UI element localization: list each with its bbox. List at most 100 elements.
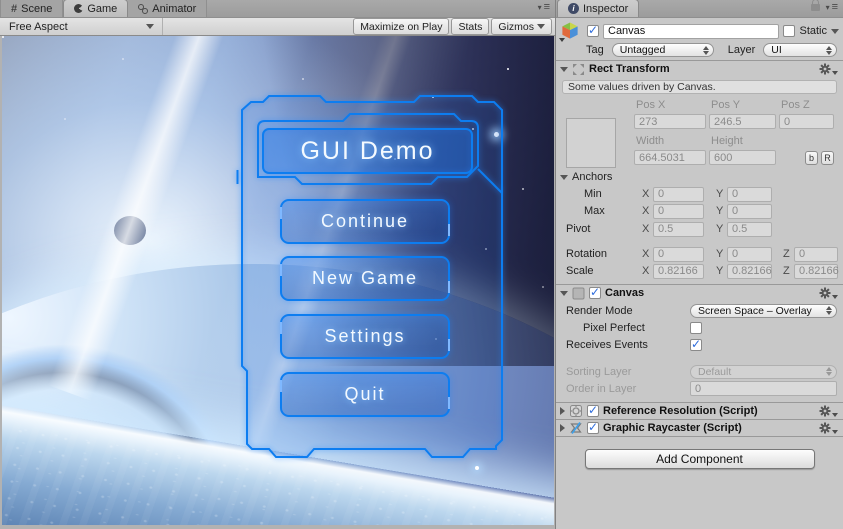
stats-button[interactable]: Stats — [451, 18, 489, 35]
blueprint-mode-button[interactable]: b — [805, 151, 818, 165]
gameobject-name-field[interactable]: Canvas — [603, 24, 779, 39]
canvas-enabled-checkbox[interactable] — [589, 287, 601, 299]
axis-x-label: X — [642, 188, 651, 200]
tab-game[interactable]: Game — [63, 0, 128, 17]
pixel-perfect-checkbox[interactable] — [690, 322, 702, 334]
tab-inspector[interactable]: i Inspector — [557, 0, 639, 17]
add-component-button[interactable]: Add Component — [585, 449, 815, 469]
settings-button[interactable]: Settings — [280, 314, 450, 359]
axis-z-label: Z — [783, 265, 792, 277]
static-label: Static — [799, 25, 827, 37]
foldout-open-icon — [560, 175, 568, 180]
component-menu[interactable] — [819, 287, 838, 299]
tab-game-label: Game — [87, 3, 117, 15]
anchor-max-x-field[interactable]: 0 — [653, 204, 704, 219]
height-field[interactable]: 600 — [709, 150, 776, 165]
gear-chevron-icon — [832, 430, 838, 434]
tag-label: Tag — [586, 44, 604, 56]
popup-arrows-icon — [821, 367, 832, 376]
canvas-title: Canvas — [605, 287, 644, 299]
active-checkbox[interactable] — [587, 25, 599, 37]
gizmos-button[interactable]: Gizmos — [491, 18, 552, 35]
scale-row: Scale X 0.82166 Y 0.82166 Z 0.82166 — [566, 264, 837, 278]
anchor-min-x-field[interactable]: 0 — [653, 187, 704, 202]
receives-events-checkbox[interactable] — [690, 339, 702, 351]
foldout-open-icon[interactable] — [560, 67, 568, 72]
info-icon: i — [568, 3, 579, 14]
driven-warning: Some values driven by Canvas. — [562, 80, 837, 94]
animator-icon — [138, 4, 148, 14]
foldout-closed-icon[interactable] — [560, 424, 565, 432]
caret-down-icon[interactable]: ▾ — [826, 3, 830, 12]
pixel-perfect-label: Pixel Perfect — [566, 322, 690, 334]
game-icon — [74, 4, 83, 13]
tag-dropdown[interactable]: Untagged — [612, 43, 714, 57]
rotation-z-field[interactable]: 0 — [794, 247, 838, 262]
hamburger-icon[interactable]: ≡ — [832, 1, 838, 13]
quit-button[interactable]: Quit — [280, 372, 450, 417]
axis-x-label: X — [642, 265, 651, 277]
pivot-x-field[interactable]: 0.5 — [653, 222, 704, 237]
anchors-foldout[interactable]: Anchors — [560, 170, 837, 184]
pivot-y-field[interactable]: 0.5 — [727, 222, 772, 237]
rect-transform-header[interactable]: Rect Transform — [556, 61, 843, 77]
new-game-button[interactable]: New Game — [280, 256, 450, 301]
continue-button[interactable]: Continue — [280, 199, 450, 244]
static-chevron-icon[interactable] — [831, 29, 839, 34]
gameobject-cube-icon[interactable] — [559, 20, 583, 42]
tag-layer-row: Tag Untagged Layer UI — [586, 43, 837, 57]
tab-scene[interactable]: # Scene — [0, 0, 63, 17]
panel-menu-button[interactable]: ▾ ≡ — [538, 1, 555, 17]
reference-resolution-icon — [569, 404, 583, 418]
anchor-max-y-field[interactable]: 0 — [727, 204, 772, 219]
unity-editor-window: { "colors": { "hud_blue": "#0d7df0", "pa… — [0, 0, 843, 529]
foldout-closed-icon[interactable] — [560, 407, 565, 415]
tab-animator[interactable]: Animator — [128, 0, 207, 17]
aspect-dropdown[interactable]: Free Aspect — [3, 18, 163, 35]
pos-y-field[interactable]: 246.5 — [709, 114, 776, 129]
component-menu[interactable] — [819, 63, 838, 75]
order-in-layer-field[interactable]: 0 — [690, 381, 837, 396]
reference-resolution-header[interactable]: Reference Resolution (Script) — [556, 403, 843, 419]
sorting-layer-dropdown[interactable]: Default — [690, 365, 837, 379]
width-field[interactable]: 664.5031 — [634, 150, 706, 165]
axis-z-label: Z — [783, 248, 792, 260]
graphic-raycaster-header[interactable]: Graphic Raycaster (Script) — [556, 420, 843, 436]
inspector-panel: i Inspector ▾ ≡ Canvas Static Tag Untag — [555, 0, 843, 529]
gameobject-header: Canvas Static — [559, 20, 839, 42]
reference-resolution-title: Reference Resolution (Script) — [603, 405, 758, 417]
component-menu[interactable] — [819, 405, 838, 417]
game-view-toolbar: Free Aspect Maximize on Play Stats Gizmo… — [0, 18, 555, 36]
layer-dropdown[interactable]: UI — [763, 43, 837, 57]
scale-x-field[interactable]: 0.82166 — [653, 264, 704, 279]
maximize-on-play-button[interactable]: Maximize on Play — [353, 18, 449, 35]
scale-z-field[interactable]: 0.82166 — [794, 264, 838, 279]
anchor-min-y-field[interactable]: 0 — [727, 187, 772, 202]
stats-label: Stats — [458, 21, 482, 33]
raw-edit-mode-button[interactable]: R — [821, 151, 834, 165]
static-checkbox[interactable] — [783, 25, 795, 37]
component-menu[interactable] — [819, 422, 838, 434]
canvas-header[interactable]: Canvas — [556, 285, 843, 301]
pos-y-label: Pos Y — [709, 99, 776, 111]
axis-x-label: X — [642, 248, 651, 260]
pos-x-field[interactable]: 273 — [634, 114, 706, 129]
scale-y-field[interactable]: 0.82166 — [727, 264, 772, 279]
order-in-layer-row: Order in Layer 0 — [566, 381, 837, 396]
foldout-open-icon[interactable] — [560, 291, 568, 296]
axis-x-label: X — [642, 205, 651, 217]
canvas-component: Canvas Render Mode Screen Space – Overla… — [556, 284, 843, 402]
render-mode-dropdown[interactable]: Screen Space – Overlay — [690, 304, 837, 318]
pivot-row: Pivot X 0.5 Y 0.5 — [566, 222, 837, 236]
pos-z-field[interactable]: 0 — [779, 114, 834, 129]
lock-icon[interactable] — [811, 4, 820, 11]
gear-chevron-icon — [832, 295, 838, 299]
sci-fi-frame — [2, 36, 554, 525]
rotation-x-field[interactable]: 0 — [653, 247, 704, 262]
scale-label: Scale — [566, 265, 642, 277]
graphic-raycaster-checkbox[interactable] — [587, 422, 599, 434]
rotation-y-field[interactable]: 0 — [727, 247, 772, 262]
anchor-preview-box[interactable] — [566, 118, 616, 168]
gear-icon — [819, 405, 831, 417]
reference-resolution-checkbox[interactable] — [587, 405, 599, 417]
